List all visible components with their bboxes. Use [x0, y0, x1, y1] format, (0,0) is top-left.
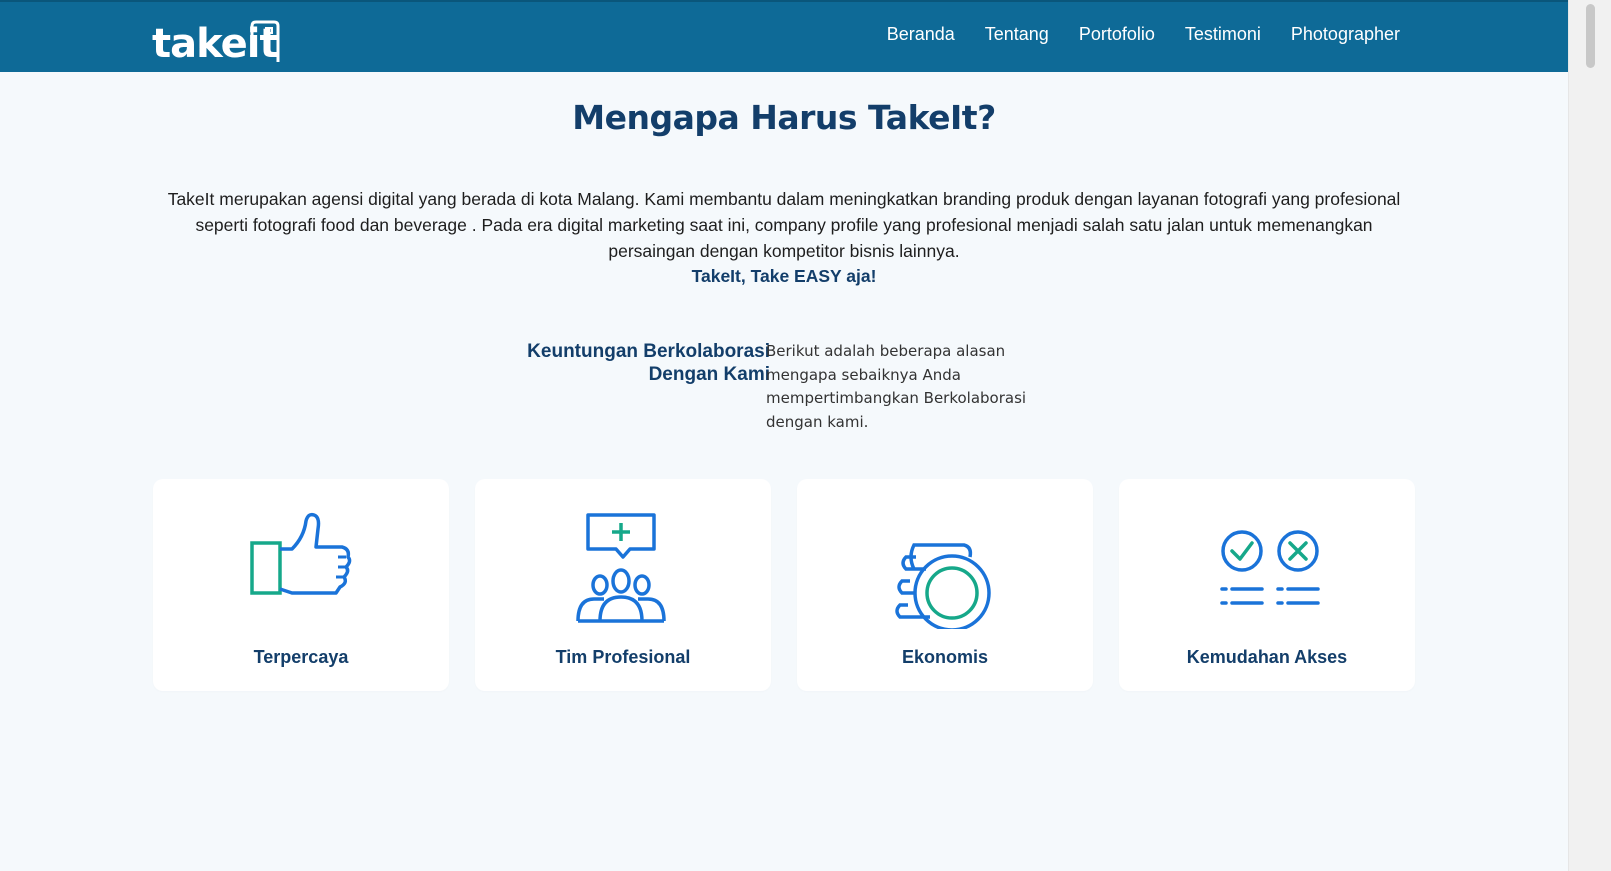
scrollbar-thumb[interactable] — [1586, 4, 1595, 68]
benefit-heading-line1: Keuntungan Berkolaborasi — [527, 341, 770, 362]
scrollbar[interactable] — [1568, 0, 1611, 871]
benefit-heading-line2: Dengan Kami — [648, 364, 770, 385]
feature-card-kemudahan-akses[interactable]: Kemudahan Akses — [1119, 479, 1415, 691]
coins-icon — [895, 543, 991, 629]
feature-card-ekonomis[interactable]: Ekonomis — [797, 479, 1093, 691]
nav-photographer[interactable]: Photographer — [1291, 24, 1400, 45]
logo[interactable]: takeit — [152, 14, 292, 64]
nav-testimoni[interactable]: Testimoni — [1185, 24, 1261, 45]
thumbs-up-icon — [250, 512, 352, 595]
main-nav: Beranda Tentang Portofolio Testimoni Pho… — [887, 24, 1400, 45]
nav-portofolio[interactable]: Portofolio — [1079, 24, 1155, 45]
team-icon — [576, 513, 666, 623]
checklist-icon — [1220, 530, 1320, 605]
navbar: takeit Beranda Tentang Portofolio Testim… — [0, 0, 1568, 72]
nav-beranda[interactable]: Beranda — [887, 24, 955, 45]
camera-roof-icon — [250, 20, 280, 62]
feature-label: Ekonomis — [901, 647, 989, 667]
feature-card-tim-profesional[interactable]: Tim Profesional — [475, 479, 771, 691]
nav-tentang[interactable]: Tentang — [985, 24, 1049, 45]
feature-label: Kemudahan Akses — [1186, 647, 1348, 667]
section-title: Mengapa Harus TakeIt? — [572, 98, 996, 137]
feature-card-terpercaya[interactable]: Terpercaya — [153, 479, 449, 691]
tagline: TakeIt, Take EASY aja! — [691, 266, 877, 286]
benefit-heading: Keuntungan Berkolaborasi Dengan Kami — [470, 340, 770, 386]
feature-label: Tim Profesional — [555, 647, 691, 667]
page: takeit Beranda Tentang Portofolio Testim… — [0, 0, 1611, 871]
intro-paragraph: TakeIt merupakan agensi digital yang ber… — [167, 189, 1401, 261]
feature-label: Terpercaya — [253, 647, 349, 667]
benefit-description: Berikut adalah beberapa alasan mengapa s… — [766, 342, 1027, 431]
feature-cards: Terpercaya Tim Profesional Ekonomis Kemu… — [153, 479, 1415, 691]
